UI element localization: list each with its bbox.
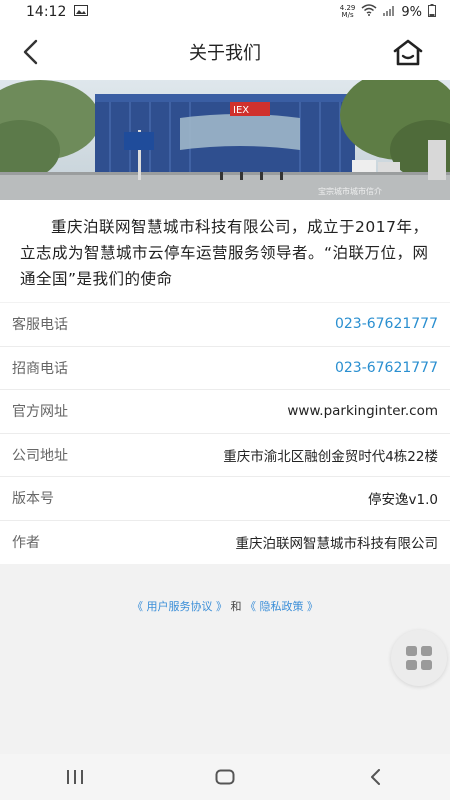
info-label: 版本号	[12, 491, 54, 508]
home-button[interactable]	[390, 34, 426, 70]
status-time: 14:12	[26, 4, 67, 20]
home-nav-button[interactable]	[195, 757, 255, 797]
company-intro-text: 重庆泊联网智慧城市科技有限公司，成立于2017年，立志成为智慧城市云停车运营服务…	[20, 218, 429, 288]
floating-menu-button[interactable]	[391, 630, 447, 686]
info-row-business-phone: 招商电话 023-67621777	[0, 347, 450, 390]
company-banner-image: IEX 宝宗城市城市信介	[0, 80, 450, 200]
info-row-service-phone: 客服电话 023-67621777	[0, 303, 450, 347]
address-value: 重庆市渝北区融创金贸时代4栋22楼	[223, 448, 438, 465]
info-label: 客服电话	[12, 317, 68, 334]
business-phone-link[interactable]: 023-67621777	[335, 360, 438, 376]
version-value: 停安逸v1.0	[368, 492, 438, 509]
chevron-left-icon	[23, 39, 38, 65]
app-header: 关于我们	[0, 24, 450, 80]
wifi-icon	[361, 4, 377, 20]
author-value: 重庆泊联网智慧城市科技有限公司	[235, 536, 439, 553]
agreements-conjunction: 和	[227, 600, 245, 613]
privacy-policy-link[interactable]: 《 隐私政策 》	[245, 600, 318, 613]
info-list: 客服电话 023-67621777 招商电话 023-67621777 官方网址…	[0, 303, 450, 564]
status-indicators: 4.29 M/s 9%	[339, 3, 436, 21]
info-label: 作者	[12, 535, 40, 552]
info-label: 招商电话	[12, 360, 68, 377]
battery-percent: 9%	[401, 4, 422, 20]
info-row-address: 公司地址 重庆市渝北区融创金贸时代4栋22楼	[0, 434, 450, 477]
system-nav-bar	[0, 754, 450, 800]
back-nav-icon	[371, 769, 380, 785]
info-row-website: 官方网址 www.parkinginter.com	[0, 390, 450, 434]
home-nav-icon	[215, 769, 235, 785]
website-value: www.parkinginter.com	[287, 403, 438, 420]
gallery-icon	[74, 4, 89, 20]
info-row-author: 作者 重庆泊联网智慧城市科技有限公司	[0, 521, 450, 565]
page-title: 关于我们	[189, 43, 261, 64]
info-label: 官方网址	[12, 404, 68, 421]
home-icon	[393, 39, 423, 66]
building-sign-text: IEX	[233, 105, 249, 116]
info-label: 公司地址	[12, 447, 68, 464]
signal-icon	[383, 5, 395, 20]
recent-apps-icon	[67, 770, 83, 784]
agreements-links: 《 用户服务协议 》 和 《 隐私政策 》	[0, 598, 450, 614]
grid-icon	[406, 646, 432, 670]
back-button[interactable]	[14, 36, 46, 68]
back-nav-button[interactable]	[345, 757, 405, 797]
service-phone-link[interactable]: 023-67621777	[335, 316, 438, 332]
battery-icon	[428, 3, 436, 21]
network-speed: 4.29 M/s	[339, 4, 356, 19]
recent-apps-button[interactable]	[45, 757, 105, 797]
user-agreement-link[interactable]: 《 用户服务协议 》	[132, 600, 227, 613]
banner-watermark: 宝宗城市城市信介	[318, 186, 382, 196]
company-intro: 重庆泊联网智慧城市科技有限公司，成立于2017年，立志成为智慧城市云停车运营服务…	[0, 200, 450, 302]
status-bar: 14:12 4.29 M/s 9%	[0, 0, 450, 24]
info-row-version: 版本号 停安逸v1.0	[0, 477, 450, 521]
